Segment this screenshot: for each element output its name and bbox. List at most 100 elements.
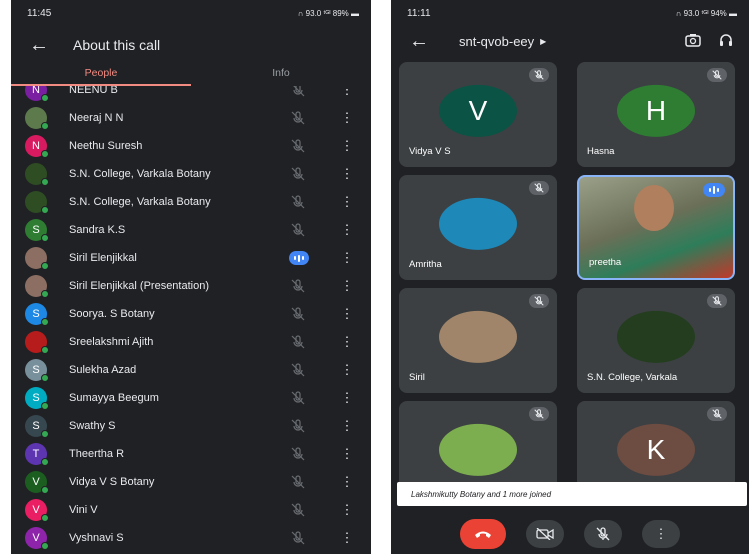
list-item[interactable]: S Sumayya Beegum ⋮	[11, 384, 371, 412]
avatar: N	[25, 135, 49, 158]
participant-name: Vidya V S Botany	[69, 476, 155, 488]
participant-name: Vyshnavi S	[69, 532, 124, 544]
mic-off-icon	[529, 407, 549, 421]
tile-participant-name: preetha	[589, 257, 622, 268]
participant-name: Theertha R	[69, 448, 125, 460]
list-item[interactable]: Siril Elenjikkal ⋮	[11, 244, 371, 272]
more-options-button[interactable]: ⋮	[642, 520, 680, 548]
video-feed	[634, 185, 674, 231]
participant-tile[interactable]: Amritha	[399, 175, 557, 280]
avatar: S	[25, 219, 49, 242]
tab-people[interactable]: People	[11, 64, 191, 86]
list-item[interactable]: Sreelakshmi Ajith ⋮	[11, 328, 371, 356]
more-vert-icon[interactable]: ⋮	[337, 335, 357, 349]
list-item[interactable]: Neeraj N N ⋮	[11, 104, 371, 132]
status-bar: 11:45 ∩ 93.0 ᵗᴳᴵ 89% ▬	[11, 0, 371, 26]
online-status-dot	[41, 542, 49, 550]
caret-right-icon[interactable]: ▶	[540, 37, 546, 46]
more-vert-icon[interactable]: ⋮	[337, 279, 357, 293]
mic-off-icon	[291, 419, 305, 433]
profile-photo	[439, 197, 517, 250]
more-vert-icon[interactable]: ⋮	[337, 223, 357, 237]
participant-tile[interactable]: Siril	[399, 288, 557, 393]
participant-name: Soorya. S Botany	[69, 308, 155, 320]
list-item[interactable]: S.N. College, Varkala Botany ⋮	[11, 160, 371, 188]
online-status-dot	[41, 290, 49, 298]
participant-name: S.N. College, Varkala Botany	[69, 168, 211, 180]
list-item[interactable]: N NEENU B ⋮	[11, 86, 371, 104]
tab-info[interactable]: Info	[191, 64, 371, 86]
participant-tile[interactable]: H Hasna	[577, 62, 735, 167]
back-arrow-icon[interactable]: ←	[409, 30, 445, 53]
list-item[interactable]: V Vidya V S Botany ⋮	[11, 468, 371, 496]
more-vert-icon[interactable]: ⋮	[337, 531, 357, 545]
participant-tile[interactable]: preetha	[577, 175, 735, 280]
list-item[interactable]: S Swathy S ⋮	[11, 412, 371, 440]
mic-off-icon	[529, 181, 549, 195]
online-status-dot	[41, 514, 49, 522]
list-item[interactable]: V Vini V ⋮	[11, 496, 371, 524]
list-item[interactable]: S Sandra K.S ⋮	[11, 216, 371, 244]
avatar	[25, 247, 49, 270]
meeting-code[interactable]: snt-qvob-eey	[459, 34, 534, 49]
list-item[interactable]: N Neethu Suresh ⋮	[11, 132, 371, 160]
tile-participant-name: Hasna	[587, 146, 615, 157]
mic-off-icon	[291, 111, 305, 125]
more-vert-icon[interactable]: ⋮	[337, 167, 357, 181]
tile-participant-name: Siril	[409, 372, 425, 383]
avatar: V	[25, 471, 49, 494]
mic-off-icon	[707, 294, 727, 308]
list-item[interactable]: S.N. College, Varkala Botany ⋮	[11, 188, 371, 216]
list-item[interactable]: S Soorya. S Botany ⋮	[11, 300, 371, 328]
about-call-screen: 11:45 ∩ 93.0 ᵗᴳᴵ 89% ▬ ← About this call…	[11, 0, 371, 554]
online-status-dot	[41, 346, 49, 354]
tab-bar: People Info	[11, 64, 371, 86]
more-vert-icon[interactable]: ⋮	[337, 419, 357, 433]
audio-output-icon[interactable]	[719, 33, 733, 50]
participant-tile[interactable]: V Vidya V S	[399, 62, 557, 167]
online-status-dot	[41, 374, 49, 382]
mic-off-icon	[291, 391, 305, 405]
online-status-dot	[41, 178, 49, 186]
list-item[interactable]: V Vyshnavi S ⋮	[11, 524, 371, 552]
participant-tile[interactable]: S.N. College, Varkala	[577, 288, 735, 393]
list-item[interactable]: T Theertha R ⋮	[11, 440, 371, 468]
more-vert-icon[interactable]: ⋮	[337, 195, 357, 209]
mic-off-icon	[291, 223, 305, 237]
end-call-button[interactable]	[460, 519, 506, 549]
more-vert-icon[interactable]: ⋮	[337, 391, 357, 405]
more-vert-icon[interactable]: ⋮	[337, 503, 357, 517]
more-vert-icon[interactable]: ⋮	[337, 251, 357, 265]
meeting-header: ← snt-qvob-eey ▶	[391, 26, 749, 56]
avatar	[25, 163, 49, 186]
mic-off-icon	[291, 279, 305, 293]
avatar: N	[25, 86, 49, 102]
list-item[interactable]: S Sulekha Azad ⋮	[11, 356, 371, 384]
mic-off-icon	[291, 447, 305, 461]
avatar	[25, 191, 49, 214]
meeting-screen: 11:11 ∩ 93.0 ᵗᴳᴵ 94% ▬ ← snt-qvob-eey ▶ …	[391, 0, 749, 554]
avatar: V	[25, 499, 49, 522]
participant-name: Sreelakshmi Ajith	[69, 336, 154, 348]
more-vert-icon[interactable]: ⋮	[337, 307, 357, 321]
avatar: T	[25, 443, 49, 466]
mic-off-button[interactable]	[584, 520, 622, 548]
avatar	[25, 107, 49, 130]
profile-photo	[439, 423, 517, 476]
more-vert-icon[interactable]: ⋮	[337, 363, 357, 377]
online-status-dot	[41, 318, 49, 326]
more-vert-icon[interactable]: ⋮	[337, 111, 357, 125]
mic-off-icon	[291, 363, 305, 377]
more-vert-icon[interactable]: ⋮	[337, 86, 357, 97]
camera-off-button[interactable]	[526, 520, 564, 548]
status-bar: 11:11 ∩ 93.0 ᵗᴳᴵ 94% ▬	[391, 0, 749, 26]
more-vert-icon[interactable]: ⋮	[337, 475, 357, 489]
more-vert-icon[interactable]: ⋮	[337, 447, 357, 461]
more-vert-icon[interactable]: ⋮	[337, 139, 357, 153]
participant-name: Vini V	[69, 504, 98, 516]
switch-camera-icon[interactable]	[685, 33, 701, 50]
list-item[interactable]: Siril Elenjikkal (Presentation) ⋮	[11, 272, 371, 300]
avatar: V	[25, 527, 49, 550]
back-arrow-icon[interactable]: ←	[29, 34, 65, 57]
status-time: 11:11	[407, 7, 431, 19]
